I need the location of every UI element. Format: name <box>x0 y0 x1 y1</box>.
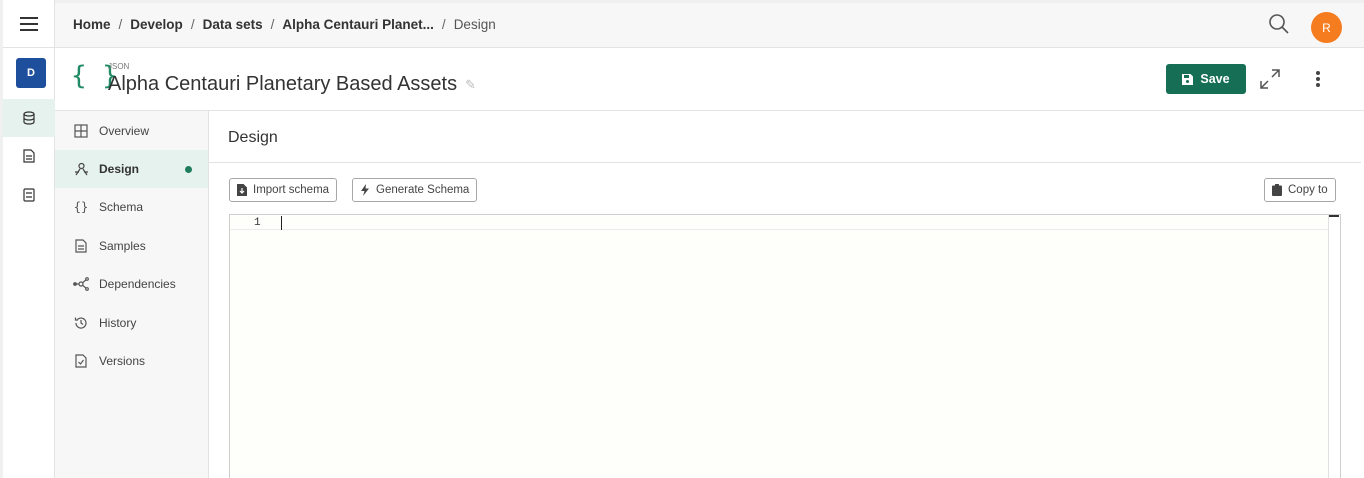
search-button[interactable] <box>1268 13 1292 37</box>
nav-item-label: History <box>99 316 137 330</box>
expand-icon <box>1260 69 1280 89</box>
grid-icon <box>73 123 89 139</box>
lightning-bolt-icon <box>361 184 369 196</box>
braces-icon: {} <box>73 200 89 214</box>
page-header: { } JSON Alpha Centauri Planetary Based … <box>55 48 1364 111</box>
user-avatar[interactable]: R <box>1311 12 1342 43</box>
floppy-disk-icon <box>1182 73 1194 85</box>
nav-item-overview[interactable]: Overview <box>55 112 208 150</box>
kebab-menu-icon <box>1316 71 1320 87</box>
breadcrumb-data-sets[interactable]: Data sets <box>203 17 263 32</box>
rail-item-list[interactable] <box>3 176 55 214</box>
scrollbar-thumb[interactable] <box>1329 215 1339 217</box>
generate-schema-button[interactable]: Generate Schema <box>352 178 478 202</box>
search-icon <box>1269 14 1289 34</box>
copy-to-button[interactable]: Copy to <box>1264 178 1336 202</box>
design-icon <box>73 161 89 177</box>
nav-item-samples[interactable]: Samples <box>55 227 208 265</box>
import-schema-label: Import schema <box>253 184 330 196</box>
breadcrumb-separator: / <box>190 17 195 32</box>
database-icon <box>23 111 35 125</box>
nav-item-dependencies[interactable]: Dependencies <box>55 265 208 303</box>
app: D Home / Develop / Data sets / Alpha Cen… <box>0 0 1364 478</box>
section-title: Design <box>228 129 278 146</box>
save-button[interactable]: Save <box>1166 64 1246 94</box>
versions-icon <box>73 353 89 369</box>
save-button-label: Save <box>1200 72 1230 86</box>
page-title: Alpha Centauri Planetary Based Assets ✎ <box>108 73 476 96</box>
breadcrumb-separator: / <box>270 17 275 32</box>
nav-item-label: Versions <box>99 354 146 368</box>
nav-item-label: Overview <box>99 124 150 138</box>
file-icon <box>73 238 89 254</box>
unsaved-indicator-dot <box>185 166 192 173</box>
breadcrumb-separator: / <box>118 17 123 32</box>
breadcrumb-dataset[interactable]: Alpha Centauri Planet... <box>282 17 434 32</box>
list-icon <box>23 188 35 202</box>
history-icon <box>73 315 89 331</box>
import-schema-button[interactable]: Import schema <box>229 178 338 202</box>
nav-item-label: Design <box>99 162 140 176</box>
text-cursor <box>281 216 282 230</box>
nav-item-label: Dependencies <box>99 277 176 291</box>
nav-item-design[interactable]: Design <box>55 150 208 188</box>
workspace-badge[interactable]: D <box>16 58 46 88</box>
secondary-nav: Overview Design {} Schema Samples Depend… <box>55 111 209 478</box>
breadcrumb: Home / Develop / Data sets / Alpha Centa… <box>73 17 496 32</box>
import-file-icon <box>237 184 247 196</box>
hamburger-menu-button[interactable] <box>3 0 55 48</box>
graph-icon <box>73 276 89 292</box>
nav-item-schema[interactable]: {} Schema <box>55 188 208 226</box>
rail-item-documents[interactable] <box>3 137 55 175</box>
top-bar: Home / Develop / Data sets / Alpha Centa… <box>55 0 1364 48</box>
breadcrumb-current: Design <box>453 17 496 32</box>
document-icon <box>23 149 35 163</box>
code-editor[interactable]: 1 <box>229 214 1341 478</box>
design-panel: Design Import schema Generate Schema Cop… <box>209 111 1364 478</box>
more-options-button[interactable] <box>1308 68 1328 92</box>
clipboard-icon <box>1272 184 1282 196</box>
editor-line: 1 <box>230 215 1328 230</box>
rail-item-datasets[interactable] <box>3 99 55 137</box>
expand-button[interactable] <box>1259 68 1283 92</box>
edit-title-pencil-icon[interactable]: ✎ <box>465 77 476 93</box>
breadcrumb-home[interactable]: Home <box>73 17 111 32</box>
type-tag: JSON <box>108 62 130 71</box>
nav-item-label: Samples <box>99 239 146 253</box>
generate-schema-label: Generate Schema <box>376 184 470 196</box>
nav-item-history[interactable]: History <box>55 304 208 342</box>
copy-to-label: Copy to <box>1288 184 1328 196</box>
breadcrumb-develop[interactable]: Develop <box>130 17 183 32</box>
divider <box>209 162 1361 163</box>
editor-scrollbar[interactable] <box>1328 215 1340 478</box>
nav-item-versions[interactable]: Versions <box>55 342 208 380</box>
nav-item-label: Schema <box>99 200 144 214</box>
hamburger-icon <box>20 16 38 31</box>
icon-rail: D <box>0 0 55 478</box>
line-number: 1 <box>254 217 261 229</box>
breadcrumb-separator: / <box>441 17 446 32</box>
page-title-text: Alpha Centauri Planetary Based Assets <box>108 73 458 95</box>
